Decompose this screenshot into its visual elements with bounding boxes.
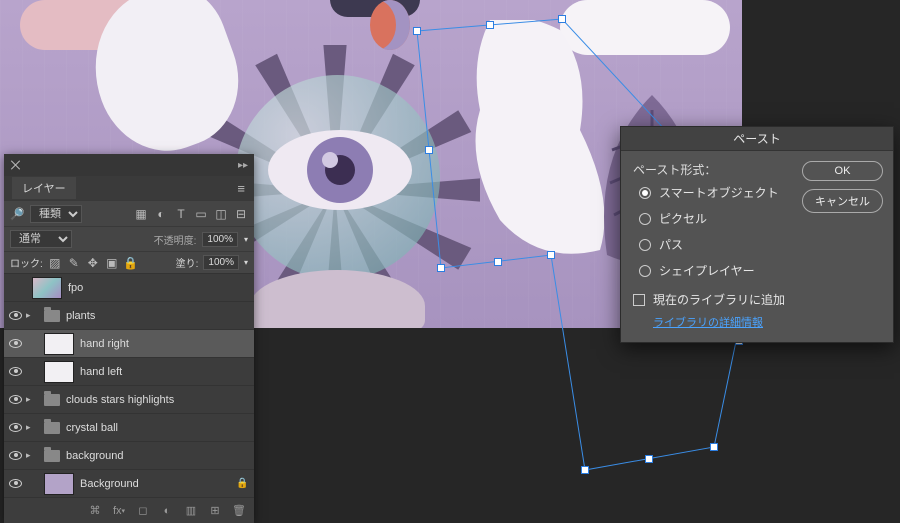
dialog-title: ペースト: [621, 127, 893, 151]
eye-icon: [9, 311, 22, 320]
radio-shape-layer[interactable]: シェイプレイヤー: [639, 262, 881, 279]
folder-icon: [44, 450, 60, 462]
eye-icon: [9, 451, 22, 460]
lock-position-icon[interactable]: ✥: [86, 256, 100, 270]
layer-thumbnail[interactable]: [44, 361, 74, 383]
eye-icon: [9, 423, 22, 432]
layer-name[interactable]: Background: [80, 478, 236, 490]
filter-kind-select[interactable]: 種類: [30, 205, 82, 223]
transform-handle[interactable]: [710, 443, 718, 451]
layer-name[interactable]: hand right: [80, 338, 248, 350]
eye-icon: [9, 367, 22, 376]
layer-name[interactable]: background: [66, 450, 248, 462]
lock-image-icon[interactable]: ✎: [67, 256, 81, 270]
radio-label: ピクセル: [659, 210, 707, 227]
layer-row[interactable]: ▸ background: [4, 441, 254, 469]
chevron-down-icon[interactable]: ▾: [244, 258, 248, 267]
layer-name[interactable]: fpo: [68, 282, 248, 294]
radio-icon: [639, 265, 651, 277]
visibility-toggle[interactable]: [4, 479, 26, 488]
radio-path[interactable]: パス: [639, 236, 881, 253]
opacity-input[interactable]: 100%: [202, 232, 238, 247]
cancel-button[interactable]: キャンセル: [802, 189, 883, 213]
filter-smart-icon[interactable]: ◫: [214, 207, 228, 221]
fill-label: 塗り:: [176, 255, 199, 270]
transform-handle[interactable]: [581, 466, 589, 474]
eye-icon: [9, 395, 22, 404]
layer-name[interactable]: crystal ball: [66, 422, 248, 434]
layer-name[interactable]: hand left: [80, 366, 248, 378]
checkbox-label: 現在のライブラリに追加: [653, 291, 785, 308]
filter-pixel-icon[interactable]: ▦: [134, 207, 148, 221]
lock-all-icon[interactable]: 🔒: [124, 256, 138, 270]
lock-artboard-icon[interactable]: ▣: [105, 256, 119, 270]
folder-disclosure-icon[interactable]: ▸: [26, 310, 38, 321]
radio-icon: [639, 187, 651, 199]
close-icon[interactable]: [10, 159, 22, 171]
transform-handle[interactable]: [645, 455, 653, 463]
paste-dialog: ペースト OK キャンセル ペースト形式： スマートオブジェクト ピクセル パス…: [620, 126, 894, 343]
radio-label: シェイプレイヤー: [659, 262, 755, 279]
visibility-toggle[interactable]: [4, 451, 26, 460]
filter-type-icon[interactable]: T: [174, 207, 188, 221]
visibility-toggle[interactable]: [4, 339, 26, 348]
lock-label: ロック:: [10, 255, 43, 270]
visibility-toggle[interactable]: [4, 311, 26, 320]
filter-toggle-icon[interactable]: ⊟: [234, 207, 248, 221]
radio-icon: [639, 213, 651, 225]
eye-icon: [9, 479, 22, 488]
ok-button[interactable]: OK: [802, 161, 883, 181]
folder-icon: [44, 394, 60, 406]
collapse-icon[interactable]: ▸▸: [238, 160, 248, 171]
add-to-library-checkbox[interactable]: 現在のライブラリに追加: [633, 291, 881, 308]
chevron-down-icon[interactable]: ▾: [244, 235, 248, 244]
folder-disclosure-icon[interactable]: ▸: [26, 422, 38, 433]
blend-mode-select[interactable]: 通常: [10, 230, 72, 248]
fill-input[interactable]: 100%: [203, 255, 239, 270]
radio-label: パス: [659, 236, 683, 253]
layer-thumbnail[interactable]: [44, 333, 74, 355]
layer-list: fpo ▸ plants hand right hand left ▸ clou…: [4, 273, 254, 497]
layer-row[interactable]: ▸ clouds stars highlights: [4, 385, 254, 413]
eye-icon: [9, 339, 22, 348]
layers-panel: ▸▸ レイヤー ≡ 🔍 種類 ▦ ◐ T ▭ ◫ ⊟ 通常 不透明度: 100%…: [4, 154, 254, 523]
filter-adjust-icon[interactable]: ◐: [154, 207, 168, 221]
lock-icon[interactable]: 🔒: [236, 478, 248, 489]
layer-row[interactable]: fpo: [4, 273, 254, 301]
visibility-toggle[interactable]: [4, 367, 26, 376]
folder-disclosure-icon[interactable]: ▸: [26, 450, 38, 461]
lock-transparent-icon[interactable]: ▨: [48, 256, 62, 270]
panel-menu-icon[interactable]: ≡: [237, 181, 246, 196]
radio-icon: [639, 239, 651, 251]
visibility-toggle[interactable]: [4, 395, 26, 404]
search-icon: 🔍: [10, 207, 24, 221]
opacity-label: 不透明度:: [154, 232, 197, 247]
artwork-eye: [265, 120, 415, 220]
layer-name[interactable]: clouds stars highlights: [66, 394, 248, 406]
folder-icon: [44, 310, 60, 322]
artwork-moon: [370, 0, 410, 50]
layer-thumbnail[interactable]: [44, 473, 74, 495]
folder-disclosure-icon[interactable]: ▸: [26, 394, 38, 405]
folder-icon: [44, 422, 60, 434]
layer-row[interactable]: ▸ crystal ball: [4, 413, 254, 441]
layer-row[interactable]: hand right: [4, 329, 254, 357]
checkbox-icon: [633, 294, 645, 306]
layer-row[interactable]: hand left: [4, 357, 254, 385]
visibility-toggle[interactable]: [4, 423, 26, 432]
layer-name[interactable]: plants: [66, 310, 248, 322]
layer-thumbnail[interactable]: [32, 277, 62, 299]
radio-label: スマートオブジェクト: [659, 184, 779, 201]
filter-shape-icon[interactable]: ▭: [194, 207, 208, 221]
tab-layers[interactable]: レイヤー: [12, 177, 76, 199]
library-info-link[interactable]: ライブラリの詳細情報: [633, 314, 881, 330]
layer-row[interactable]: ▸ plants: [4, 301, 254, 329]
layer-row[interactable]: Background 🔒: [4, 469, 254, 497]
